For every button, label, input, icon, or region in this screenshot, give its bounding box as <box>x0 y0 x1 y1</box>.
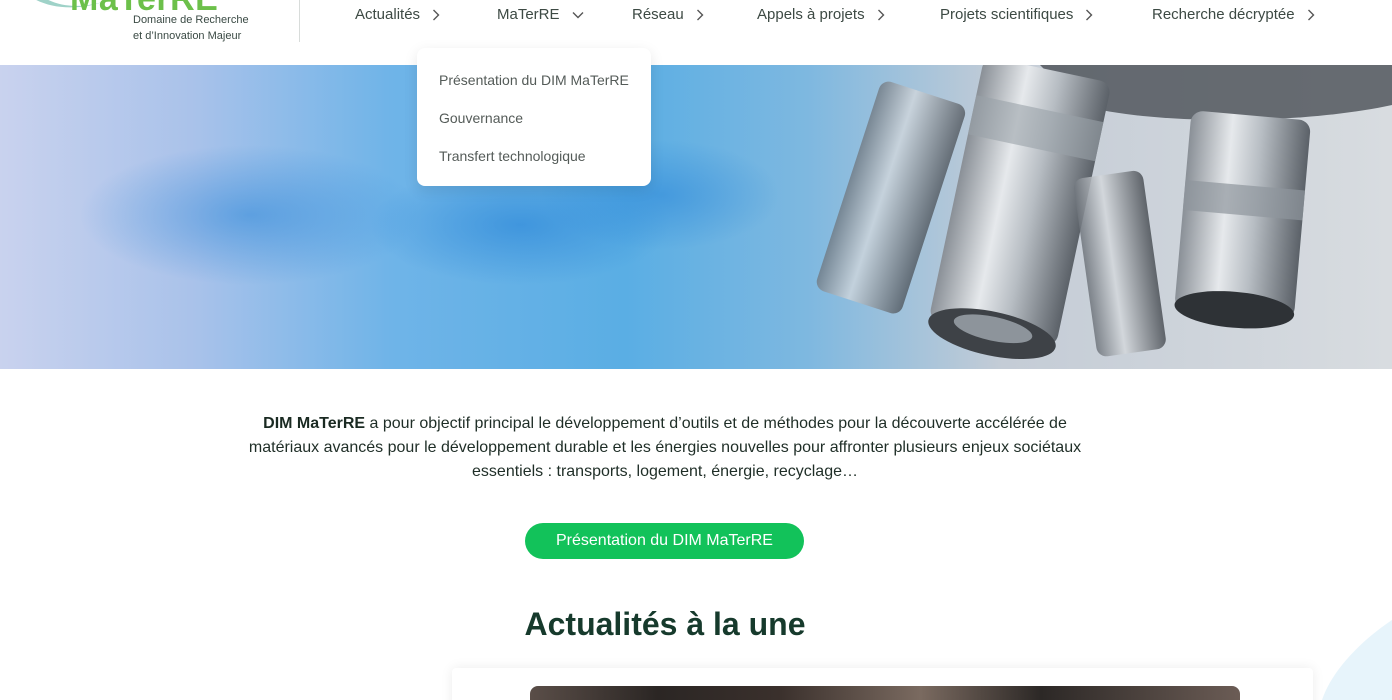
chevron-right-icon <box>432 9 440 21</box>
site-logo[interactable]: MaTerRE Domaine de Recherche et d’Innova… <box>0 0 300 65</box>
nav-item-appels-a-projets[interactable]: Appels à projets <box>757 6 885 23</box>
logo-tagline-2: et d’Innovation Majeur <box>133 30 242 42</box>
intro-paragraph: DIM MaTerRE a pour objectif principal le… <box>240 412 1090 484</box>
site-header: MaTerRE Domaine de Recherche et d’Innova… <box>0 0 1392 65</box>
header-divider <box>299 0 300 42</box>
section-title-actualites: Actualités à la une <box>524 606 806 642</box>
chevron-right-icon <box>696 9 704 21</box>
nav-item-actualites[interactable]: Actualités <box>355 6 440 23</box>
chevron-down-icon <box>572 11 584 19</box>
nav-item-recherche-decryptee[interactable]: Recherche décryptée <box>1152 6 1315 23</box>
dropdown-item-transfert-technologique[interactable]: Transfert technologique <box>417 146 651 184</box>
chevron-right-icon <box>1307 9 1315 21</box>
news-card[interactable] <box>452 668 1313 700</box>
corner-decoration-icon <box>1322 620 1392 700</box>
chevron-right-icon <box>1085 9 1093 21</box>
logo-tagline-1: Domaine de Recherche <box>133 14 249 26</box>
nav-item-projets-scientifiques[interactable]: Projets scientifiques <box>940 6 1093 23</box>
nav-item-label: MaTerRE <box>497 6 560 23</box>
dropdown-item-gouvernance[interactable]: Gouvernance <box>417 108 651 146</box>
intro-text: a pour objectif principal le développeme… <box>248 415 1082 480</box>
nav-item-reseau[interactable]: Réseau <box>632 6 704 23</box>
nav-item-label: Appels à projets <box>757 6 865 23</box>
nav-item-materre[interactable]: MaTerRE <box>497 6 584 23</box>
nav-item-label: Projets scientifiques <box>940 6 1074 23</box>
chevron-right-icon <box>877 9 885 21</box>
nav-item-label: Réseau <box>632 6 684 23</box>
nav-item-label: Recherche décryptée <box>1152 6 1295 23</box>
presentation-cta-button[interactable]: Présentation du DIM MaTerRE <box>525 523 804 559</box>
materre-dropdown-menu: Présentation du DIM MaTerRE Gouvernance … <box>417 48 651 186</box>
intro-strong: DIM MaTerRE <box>263 415 366 432</box>
dropdown-item-presentation[interactable]: Présentation du DIM MaTerRE <box>417 70 651 108</box>
news-card-image <box>530 686 1240 700</box>
nav-item-label: Actualités <box>355 6 421 23</box>
hero-banner <box>0 65 1392 369</box>
microscope-objectives-image <box>80 65 1392 360</box>
